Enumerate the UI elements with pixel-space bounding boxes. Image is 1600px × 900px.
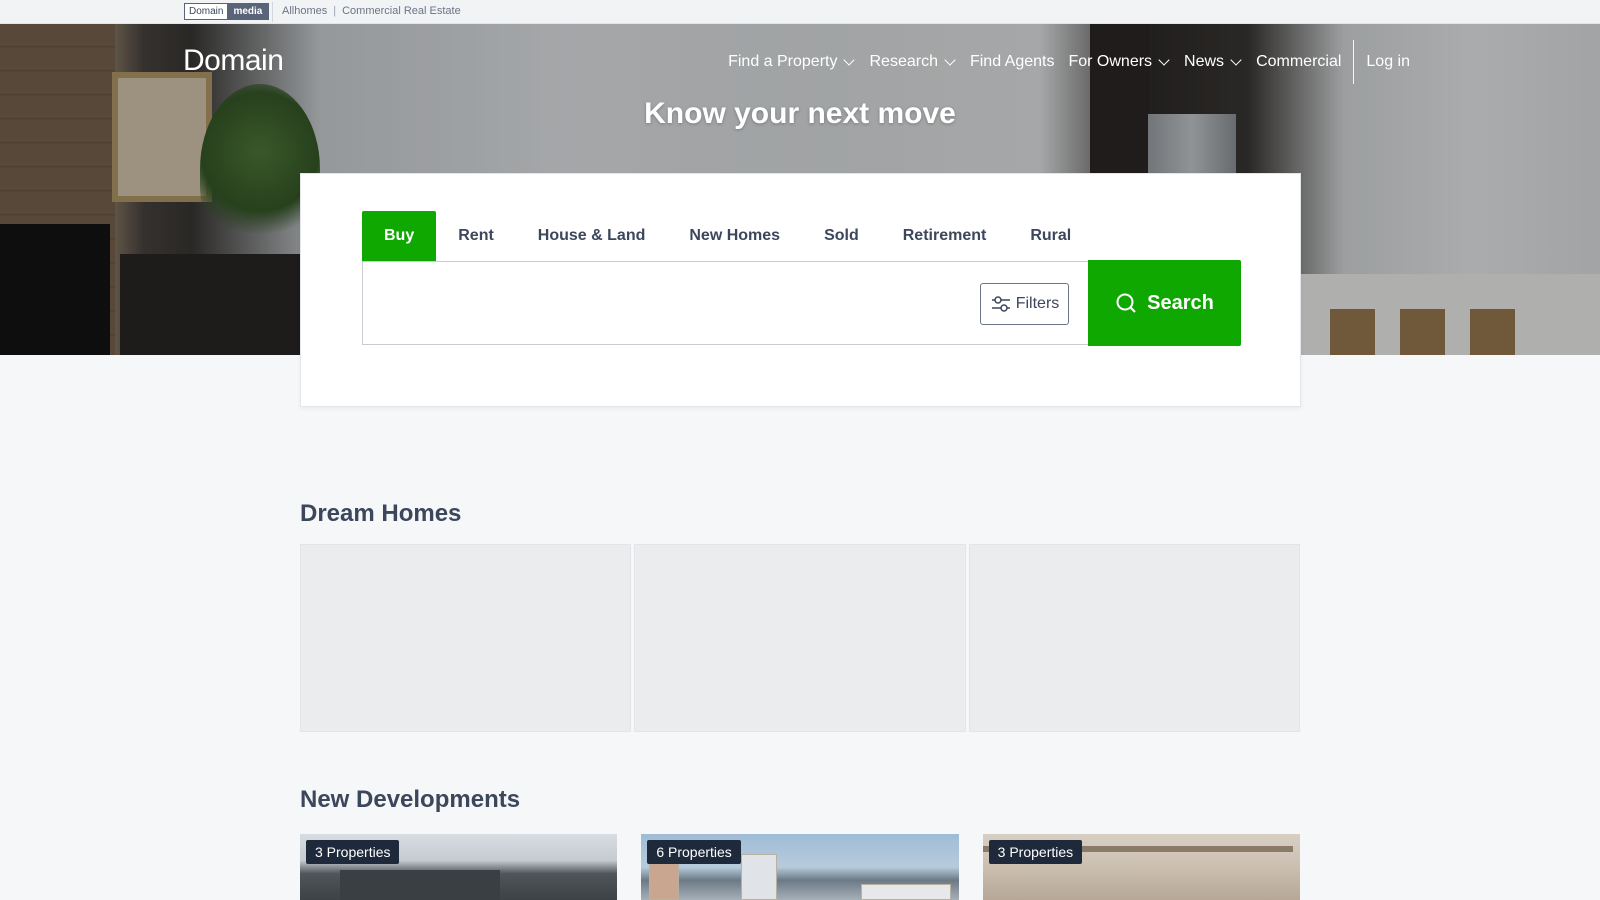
tab-buy[interactable]: Buy xyxy=(362,211,437,261)
search-panel: Buy Rent House & Land New Homes Sold Ret… xyxy=(300,173,1301,407)
nav-label: Find a Property xyxy=(728,53,838,70)
nav-label: Research xyxy=(869,53,938,70)
login-link[interactable]: Log in xyxy=(1359,53,1417,71)
nav-find-a-property[interactable]: Find a Property xyxy=(721,53,862,71)
tab-rural[interactable]: Rural xyxy=(1008,211,1093,261)
development-card[interactable]: 6 Properties xyxy=(641,834,959,900)
tab-house-and-land[interactable]: House & Land xyxy=(516,211,668,261)
filters-button[interactable]: Filters xyxy=(980,283,1069,325)
dream-home-card-placeholder[interactable] xyxy=(300,544,632,732)
chevron-down-icon xyxy=(1230,54,1242,66)
chevron-down-icon xyxy=(1158,54,1170,66)
chevron-down-icon xyxy=(843,54,856,66)
domain-media-badge[interactable]: Domain media xyxy=(184,3,270,20)
development-image-building xyxy=(340,870,500,900)
dream-home-card-placeholder[interactable] xyxy=(634,544,966,732)
property-count-badge: 3 Properties xyxy=(306,840,400,864)
link-commercial-real-estate[interactable]: Commercial Real Estate xyxy=(342,5,461,17)
property-count-badge: 6 Properties xyxy=(647,840,741,864)
nav-news[interactable]: News xyxy=(1177,53,1249,71)
main-nav: Find a Property Research Find Agents For… xyxy=(721,40,1417,84)
link-allhomes[interactable]: Allhomes xyxy=(282,5,327,17)
search-input[interactable] xyxy=(377,263,957,343)
new-developments-title: New Developments xyxy=(300,786,521,813)
filters-label: Filters xyxy=(1015,295,1060,312)
search-tabs: Buy Rent House & Land New Homes Sold Ret… xyxy=(362,211,1093,261)
development-card[interactable]: 3 Properties xyxy=(300,834,618,900)
nav-research[interactable]: Research xyxy=(862,53,962,71)
nav-find-agents[interactable]: Find Agents xyxy=(963,53,1062,71)
new-developments-list: 3 Properties 6 Properties 3 Properties xyxy=(300,834,1300,900)
tab-sold[interactable]: Sold xyxy=(802,211,881,261)
link-divider: | xyxy=(333,5,337,17)
dream-home-card-placeholder[interactable] xyxy=(968,544,1300,732)
network-links: Allhomes | Commercial Real Estate xyxy=(282,5,461,17)
media-bar: Domain media Allhomes | Commercial Real … xyxy=(0,0,1600,24)
brand-badge-left: Domain xyxy=(185,4,228,19)
brand-badge-right: media xyxy=(227,4,269,19)
dream-homes-title: Dream Homes xyxy=(300,500,462,527)
tab-retirement[interactable]: Retirement xyxy=(881,211,1009,261)
nav-label: Commercial xyxy=(1256,53,1342,70)
development-image-tower xyxy=(741,854,778,900)
search-icon xyxy=(1116,293,1136,313)
property-count-badge: 3 Properties xyxy=(988,840,1083,864)
nav-label: For Owners xyxy=(1068,53,1153,70)
tab-rent[interactable]: Rent xyxy=(436,211,516,261)
search-button-label: Search xyxy=(1147,291,1214,314)
domain-logo[interactable]: Domain xyxy=(183,44,284,78)
nav-for-owners[interactable]: For Owners xyxy=(1061,53,1177,71)
nav-commercial[interactable]: Commercial xyxy=(1249,53,1348,71)
chevron-down-icon xyxy=(944,54,956,66)
development-image-tower xyxy=(861,884,952,900)
search-box: Filters xyxy=(362,261,1090,345)
nav-divider xyxy=(1353,40,1355,84)
sliders-icon xyxy=(991,296,1010,312)
nav-label: Find Agents xyxy=(969,53,1055,70)
tab-new-homes[interactable]: New Homes xyxy=(667,211,802,261)
development-image-tower xyxy=(649,860,680,900)
development-card[interactable]: 3 Properties xyxy=(982,834,1300,900)
topbar-divider xyxy=(272,2,273,22)
hero-title: Know your next move xyxy=(644,97,956,130)
dream-homes-carousel xyxy=(300,544,1300,732)
search-button[interactable]: Search xyxy=(1088,260,1241,346)
nav-label: News xyxy=(1184,53,1225,70)
